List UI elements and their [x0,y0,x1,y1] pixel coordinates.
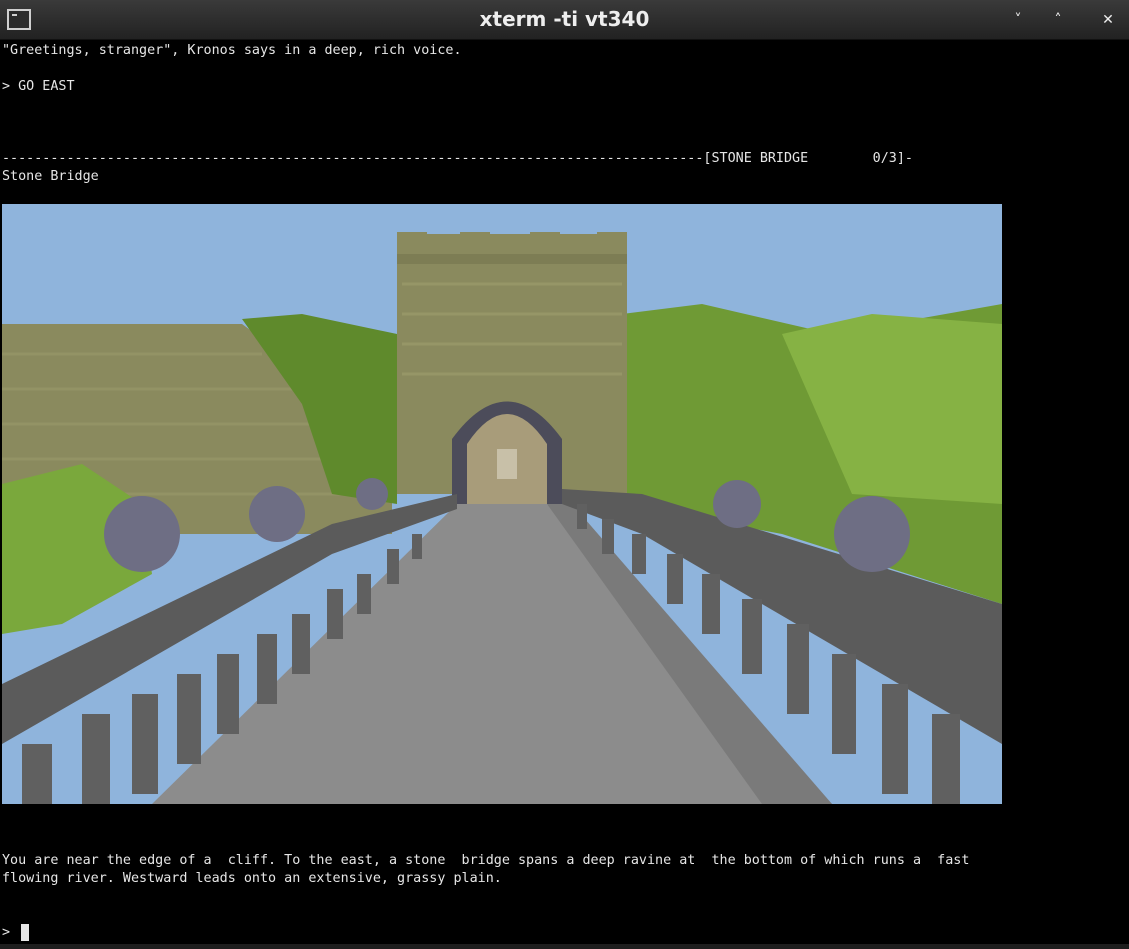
greeting-text: "Greetings, stranger", Kronos says in a … [2,43,462,58]
description-line-2: flowing river. Westward leads onto an ex… [2,871,502,886]
previous-command: > GO EAST [2,79,75,94]
window-title: xterm -ti vt340 [479,7,650,31]
status-bar: ----------------------------------------… [2,151,913,166]
minimize-button[interactable]: ˅ [1006,9,1030,31]
terminal-area[interactable]: "Greetings, stranger", Kronos says in a … [2,39,1127,949]
description-line-1: You are near the edge of a cliff. To the… [2,853,970,868]
close-button[interactable]: ✕ [1096,9,1120,31]
text-cursor[interactable] [21,924,29,941]
location-title: Stone Bridge [2,169,99,184]
input-prompt: > [2,925,11,940]
maximize-button[interactable]: ˄ [1046,9,1070,31]
title-bar[interactable]: xterm -ti vt340 ˅ ˄ ✕ [0,0,1129,40]
stone-bridge-scene [2,204,1002,804]
window-border-bottom [0,944,1129,949]
